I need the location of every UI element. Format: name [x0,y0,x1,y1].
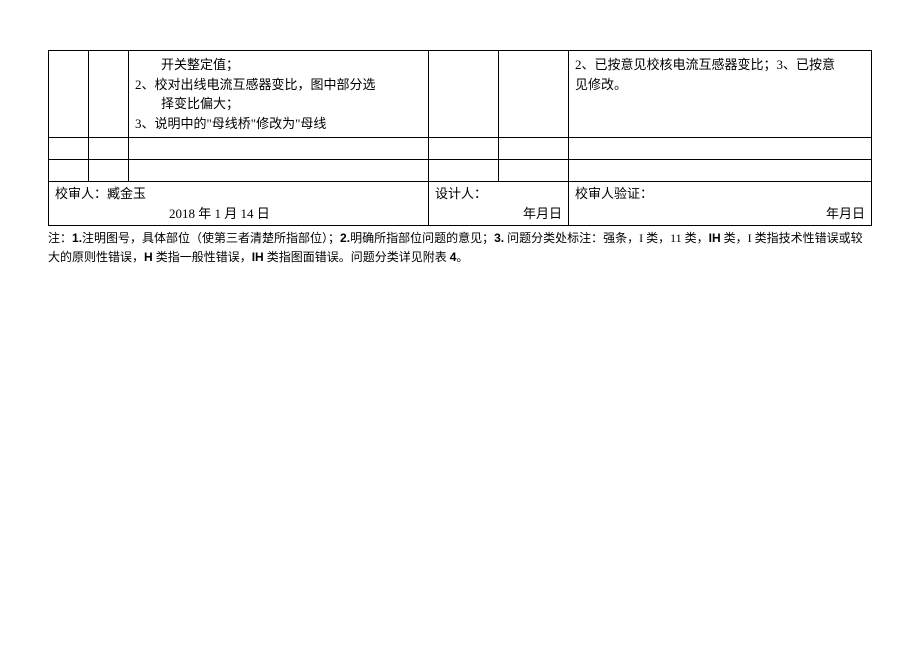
date-2: 年月日 [523,206,562,221]
cell-1-5 [499,51,569,138]
cell-1-1 [49,51,89,138]
reviewer-cell: 校审人：臧金玉 [49,182,429,204]
date-3: 年月日 [826,206,865,221]
date-cell-2: 年月日 [429,204,569,226]
footnote-5-text: 类指图面错误。问题分类详见附表 [264,250,450,264]
review-table: 开关整定值； 2、校对出线电流互感器变比，图中部分选 择变比偏大； 3、说明中的… [48,50,872,226]
footnote-1-text: 注明图号，具体部位（使第三者清楚所指部位）； [82,231,340,245]
footnote-3-text: 问题分类处标注：强条，I 类，11 类， [504,231,709,245]
response-line-2: 见修改。 [575,75,865,95]
date-row: 2018 年 1 月 14 日 年月日 年月日 [49,204,872,226]
footnote-4-text: 类指一般性错误， [153,250,252,264]
footnote-7: 。 [456,250,468,264]
content-row: 开关整定值； 2、校对出线电流互感器变比，图中部分选 择变比偏大； 3、说明中的… [49,51,872,138]
verify-label: 校审人验证： [575,186,653,201]
empty-row-1 [49,138,872,160]
cell-comments: 开关整定值； 2、校对出线电流互感器变比，图中部分选 择变比偏大； 3、说明中的… [129,51,429,138]
designer-cell: 设计人： [429,182,569,204]
footnote-1-label: 1. [72,231,82,245]
empty-row-2 [49,160,872,182]
response-line-1: 2、已按意见校核电流互感器变比；3、已按意 [575,55,865,75]
date-1: 2018 年 1 月 14 日 [169,206,270,221]
comment-line-1: 开关整定值； [135,55,422,75]
footnote-ih-2: IH [252,250,264,264]
footnote: 注：1.注明图号，具体部位（使第三者清楚所指部位）；2.明确所指部位问题的意见；… [48,229,872,267]
footnote-3-label: 3. [494,231,504,245]
cell-1-2 [89,51,129,138]
footnote-2-text: 明确所指部位问题的意见； [350,231,494,245]
footnote-2-label: 2. [340,231,350,245]
footnote-h: H [144,250,153,264]
date-cell-3: 年月日 [569,204,872,226]
footnote-prefix: 注： [48,231,72,245]
cell-1-4 [429,51,499,138]
signature-row: 校审人：臧金玉 设计人： 校审人验证： [49,182,872,204]
cell-response: 2、已按意见校核电流互感器变比；3、已按意 见修改。 [569,51,872,138]
verify-cell: 校审人验证： [569,182,872,204]
reviewer-label: 校审人：臧金玉 [55,186,146,201]
footnote-ih-1: IH [709,231,721,245]
date-cell-1: 2018 年 1 月 14 日 [49,204,429,226]
comment-line-3: 择变比偏大； [135,94,422,114]
comment-line-4: 3、说明中的"母线桥"修改为"母线 [135,114,422,134]
designer-label: 设计人： [435,186,487,201]
comment-line-2: 2、校对出线电流互感器变比，图中部分选 [135,75,422,95]
